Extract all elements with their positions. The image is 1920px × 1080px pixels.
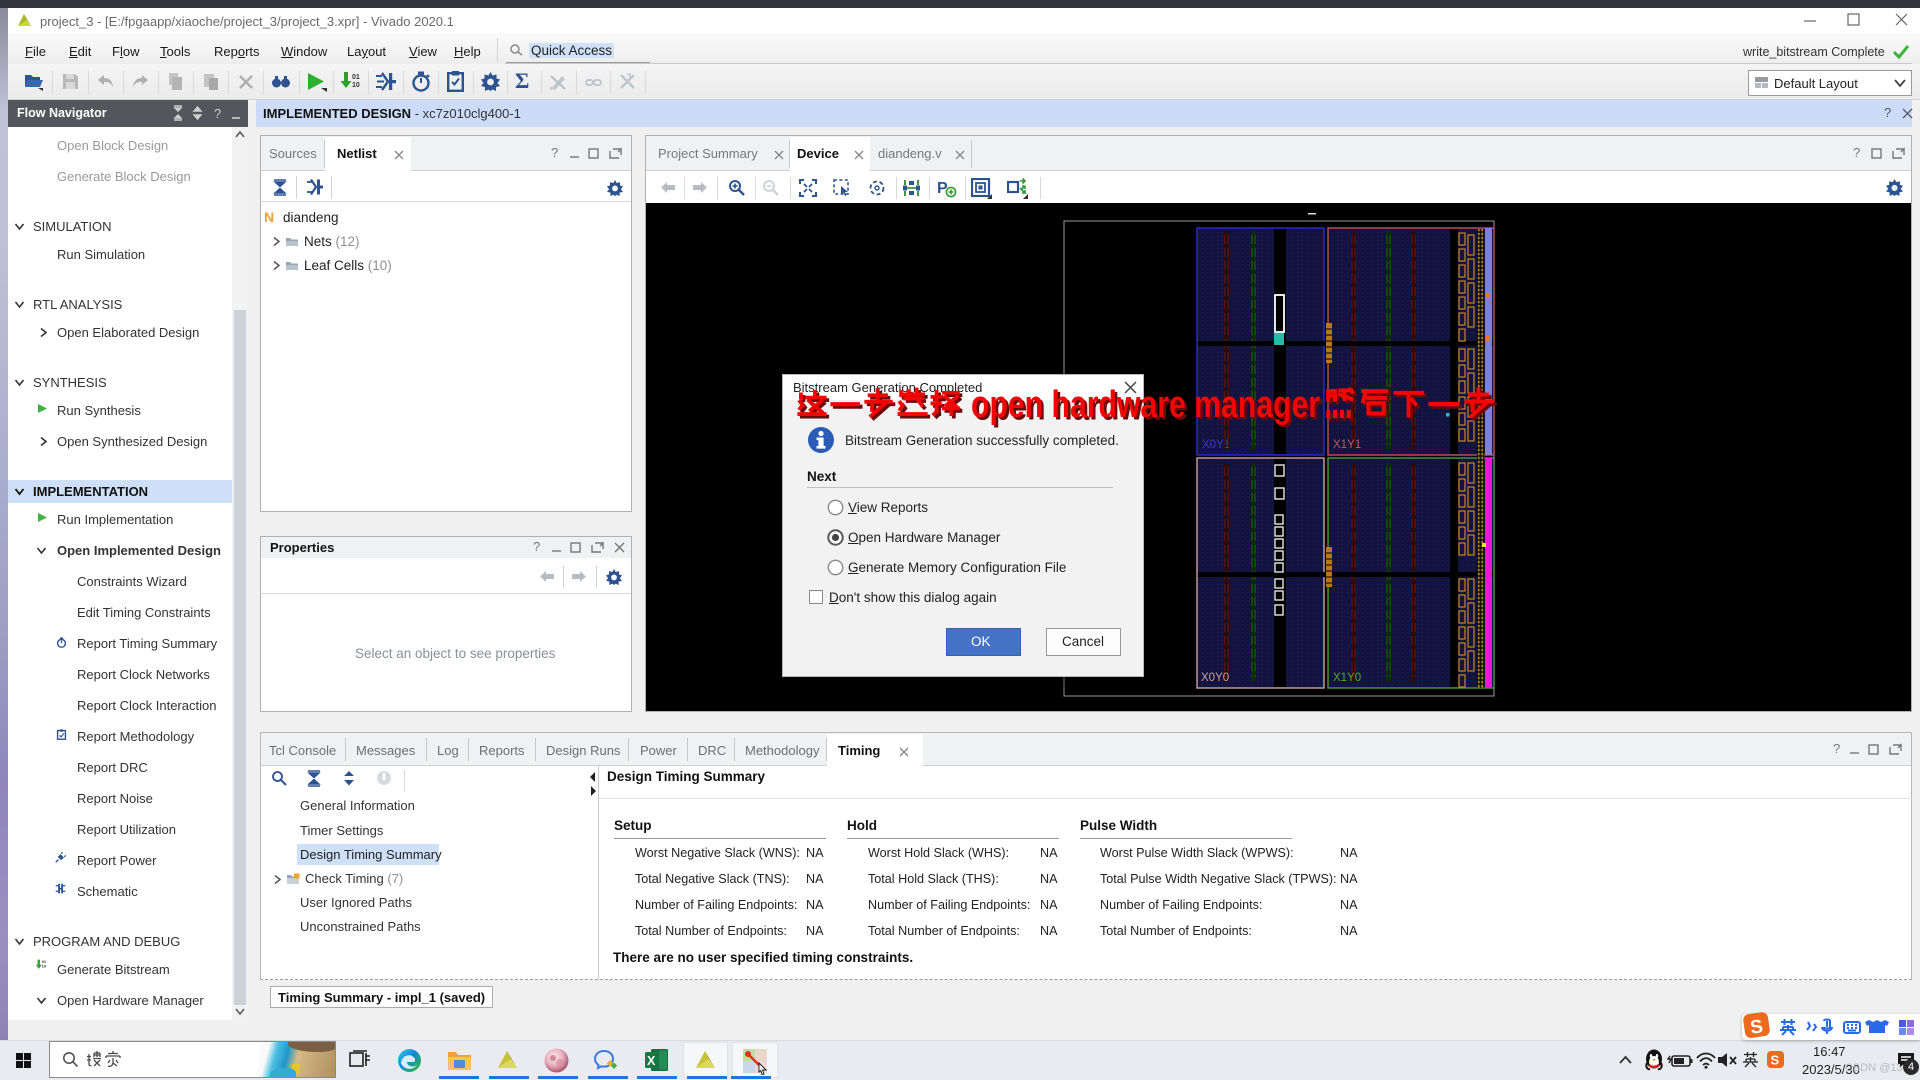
svg-text:10: 10 (42, 964, 46, 969)
svg-text:X0Y1: X0Y1 (1202, 439, 1230, 451)
svg-text:X1Y1: X1Y1 (1333, 439, 1361, 451)
svg-text:X: X (647, 1054, 656, 1068)
svg-text:S: S (1771, 1053, 1780, 1068)
svg-text:X1Y0: X1Y0 (1333, 672, 1361, 684)
svg-text:10: 10 (352, 82, 360, 89)
svg-text:X0Y0: X0Y0 (1201, 672, 1229, 684)
svg-text:01: 01 (352, 74, 360, 81)
svg-text:?: ? (214, 106, 221, 121)
